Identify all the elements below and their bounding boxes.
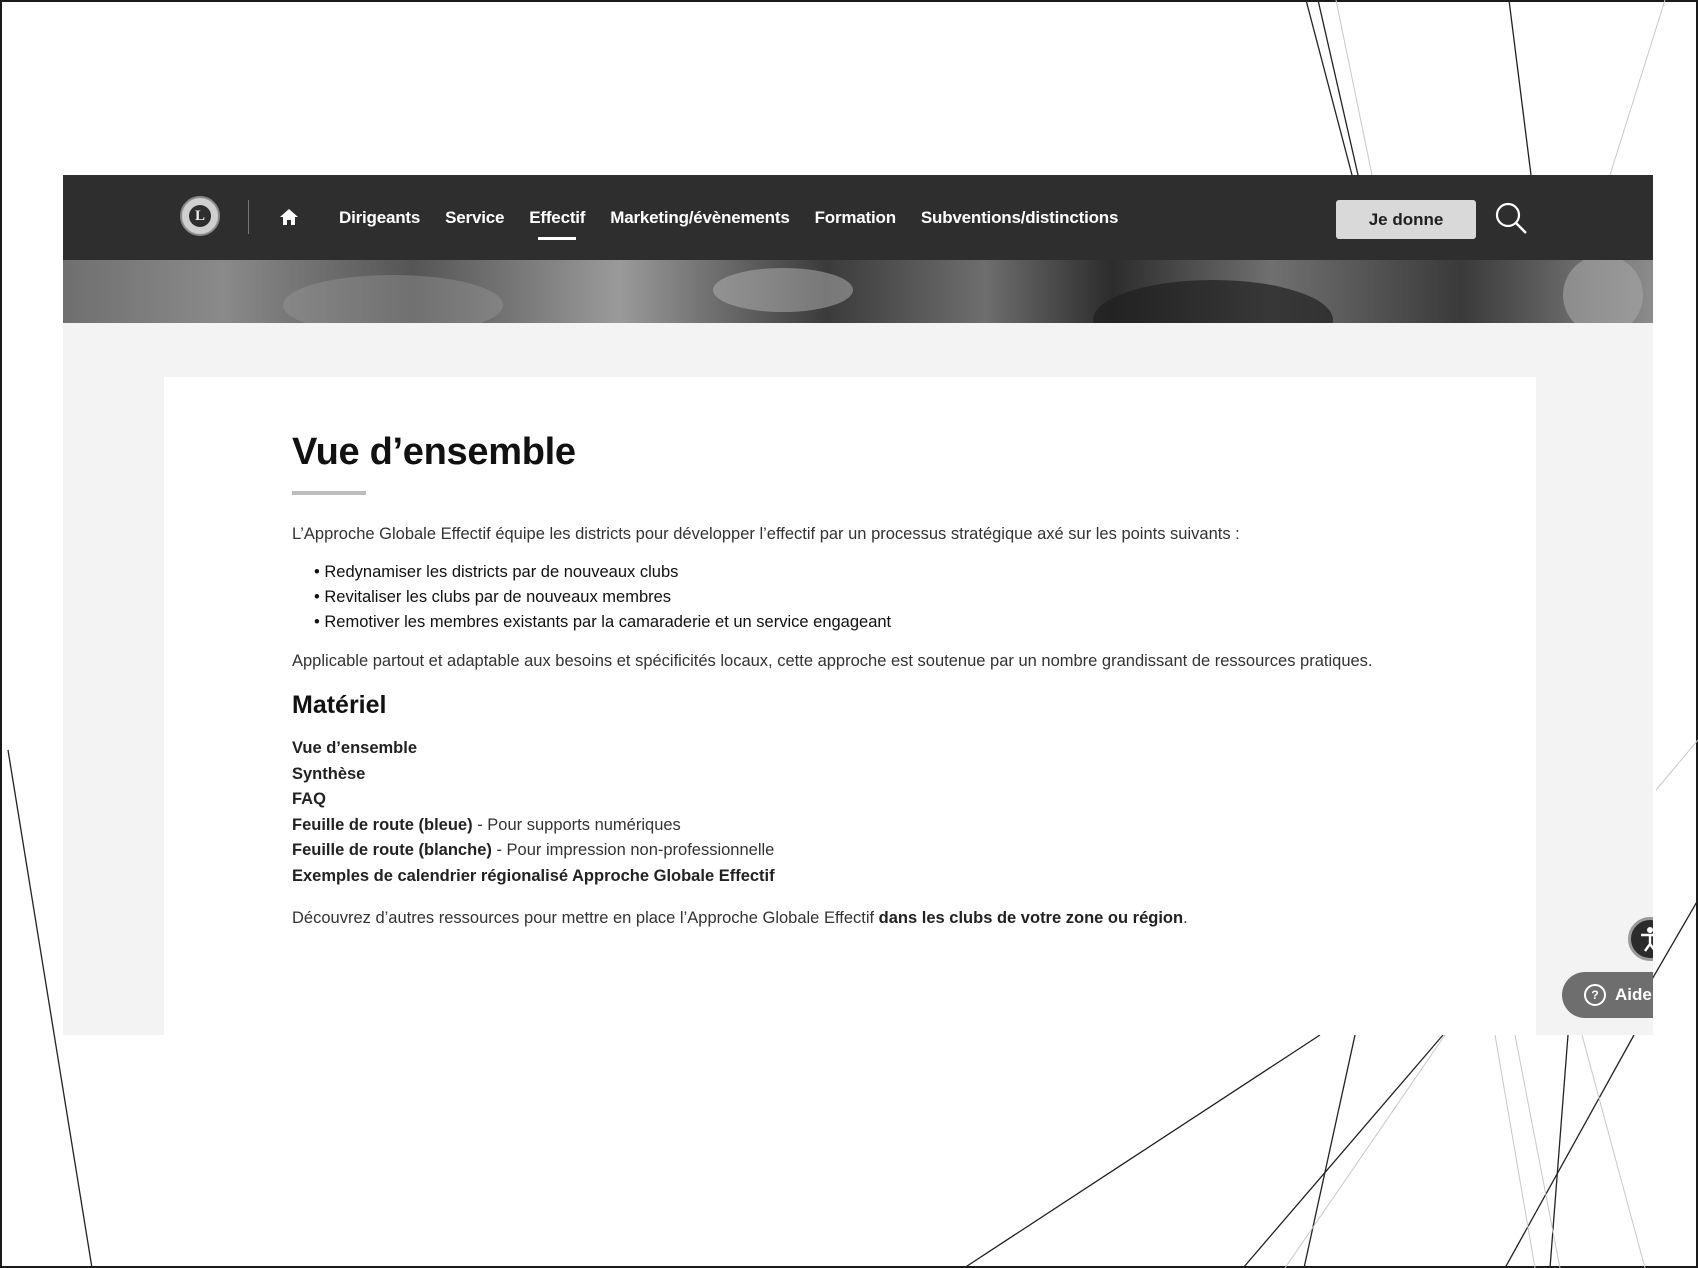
materiel-note: - Pour impression non-professionnelle: [491, 841, 775, 859]
discover-end: .: [1183, 909, 1188, 927]
nav-link-dirigeants[interactable]: Dirigeants: [339, 175, 420, 260]
search-icon[interactable]: [1493, 200, 1529, 236]
content-body: Vue d’ensemble L’Approche Globale Effect…: [292, 429, 1432, 931]
accessibility-icon[interactable]: [1628, 917, 1653, 961]
materiel-link[interactable]: Synthèse: [292, 765, 365, 783]
title-underline: [292, 491, 366, 495]
list-item: Remotiver les membres existants par la c…: [314, 610, 1432, 635]
hero-banner-image: [63, 260, 1653, 323]
hero-photo-shapes: [283, 260, 1643, 323]
materiel-link[interactable]: Exemples de calendrier régionalisé Appro…: [292, 867, 775, 885]
applicable-paragraph: Applicable partout et adaptable aux beso…: [292, 652, 1373, 670]
nav-link-marketing[interactable]: Marketing/évènements: [610, 175, 789, 260]
discover-text: Découvrez d’autres ressources pour mettr…: [292, 909, 879, 927]
discover-link[interactable]: dans les clubs de votre zone ou région: [879, 909, 1183, 927]
bullet-list: Redynamiser les districts par de nouveau…: [314, 560, 1432, 635]
lions-logo[interactable]: L: [180, 196, 220, 236]
nav-link-formation[interactable]: Formation: [815, 175, 897, 260]
help-icon: ?: [1584, 984, 1606, 1006]
materiel-link[interactable]: Feuille de route (bleue): [292, 816, 473, 834]
top-nav: L Dirigeants Service Effectif Marketing/…: [63, 175, 1653, 260]
materiel-item: Feuille de route (blanche) - Pour impres…: [292, 838, 1432, 864]
intro-paragraph: L’Approche Globale Effectif équipe les d…: [292, 525, 1240, 543]
materiel-item: Synthèse: [292, 762, 1432, 788]
help-button[interactable]: ? Aide: [1562, 972, 1653, 1018]
materiel-link[interactable]: Vue d’ensemble: [292, 739, 417, 757]
nav-link-subventions[interactable]: Subventions/distinctions: [921, 175, 1119, 260]
list-item: Revitaliser les clubs par de nouveaux me…: [314, 585, 1432, 610]
page-title: Vue d’ensemble: [292, 431, 576, 473]
nav-divider: [248, 200, 249, 234]
materiel-item: Feuille de route (bleue) - Pour supports…: [292, 813, 1432, 839]
nav-link-effectif[interactable]: Effectif: [529, 175, 585, 260]
materiel-item: FAQ: [292, 787, 1432, 813]
nav-links: Dirigeants Service Effectif Marketing/év…: [339, 175, 1143, 260]
materiel-link[interactable]: Feuille de route (blanche): [292, 841, 492, 859]
home-icon[interactable]: [279, 207, 299, 227]
donate-button[interactable]: Je donne: [1336, 200, 1476, 239]
materiel-list: Vue d’ensemble Synthèse FAQ Feuille de r…: [292, 736, 1432, 889]
discover-paragraph: Découvrez d’autres ressources pour mettr…: [292, 905, 1432, 931]
website-screenshot: L Dirigeants Service Effectif Marketing/…: [63, 175, 1653, 1035]
materiel-item: Exemples de calendrier régionalisé Appro…: [292, 864, 1432, 890]
content-card: Vue d’ensemble L’Approche Globale Effect…: [164, 377, 1536, 1035]
materiel-heading: Matériel: [292, 691, 387, 719]
materiel-item: Vue d’ensemble: [292, 736, 1432, 762]
list-item: Redynamiser les districts par de nouveau…: [314, 560, 1432, 585]
materiel-note: - Pour supports numériques: [472, 815, 681, 834]
help-label: Aide: [1615, 985, 1652, 1004]
nav-link-service[interactable]: Service: [445, 175, 504, 260]
materiel-link[interactable]: FAQ: [292, 790, 326, 808]
accessibility-figure-icon: [1641, 927, 1653, 952]
logo-letter: L: [189, 205, 211, 227]
